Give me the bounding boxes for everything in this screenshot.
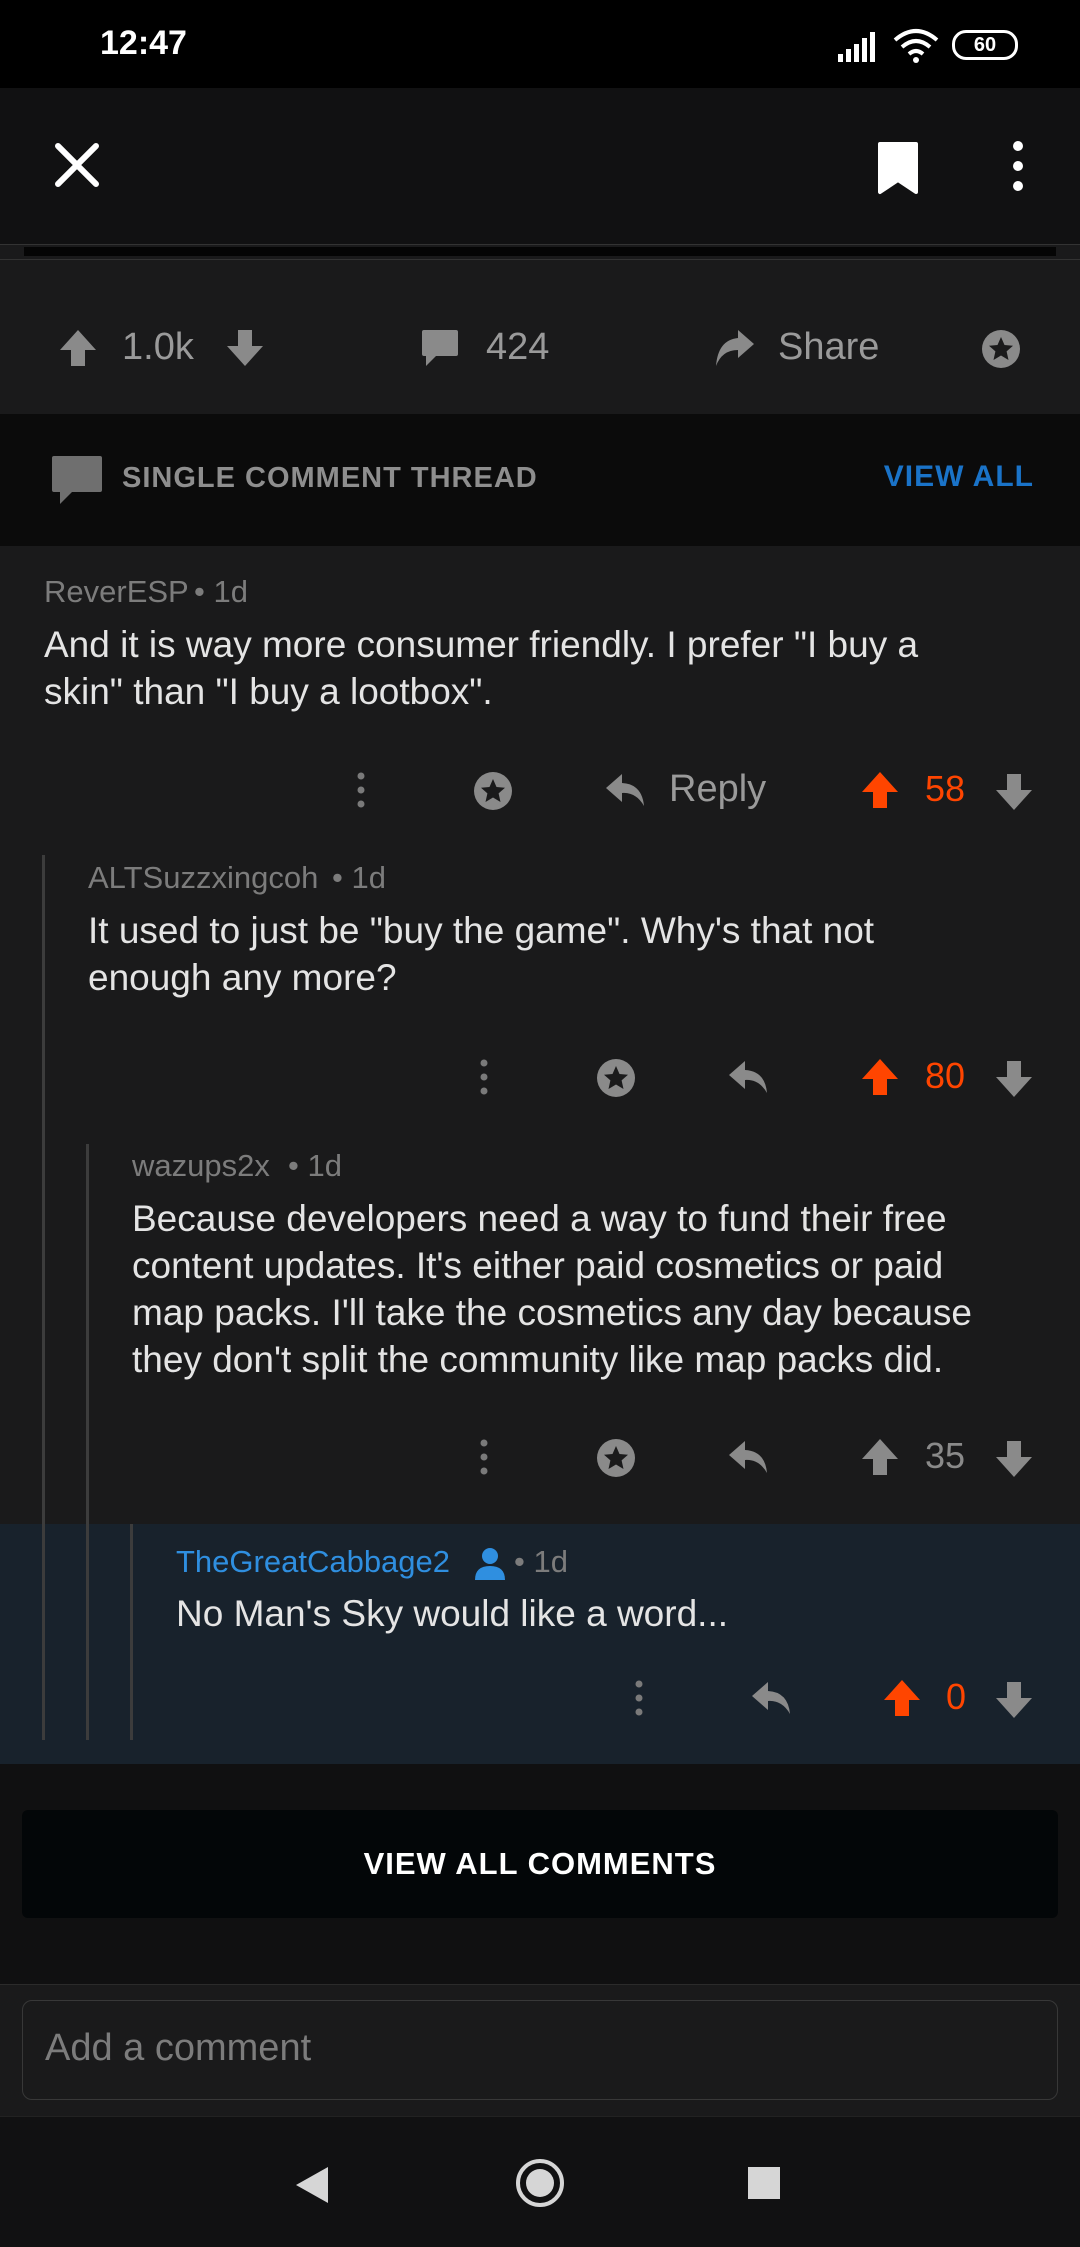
comment-score: 80 xyxy=(925,1055,966,1096)
media-strip xyxy=(0,244,1080,260)
more-vertical-icon[interactable] xyxy=(1010,140,1026,192)
share-icon[interactable] xyxy=(712,326,756,370)
comment-icon[interactable] xyxy=(420,328,460,368)
thread-title: SINGLE COMMENT THREAD xyxy=(122,462,538,494)
system-nav-bar xyxy=(0,2116,1080,2247)
user-icon xyxy=(473,1546,507,1580)
comment-body: It used to just be "buy the game". Why's… xyxy=(88,910,875,998)
battery-level: 60 xyxy=(973,34,997,56)
thread-line[interactable] xyxy=(42,1524,45,1740)
status-bar: 12:47 60 xyxy=(0,0,1080,88)
reply-icon[interactable] xyxy=(727,1057,769,1097)
status-time: 12:47 xyxy=(100,24,187,62)
thread-line[interactable] xyxy=(130,1524,133,1740)
comment-age: • 1d xyxy=(332,860,386,895)
add-comment-input[interactable]: Add a comment xyxy=(22,2000,1058,2100)
comment-body: Because developers need a way to fund th… xyxy=(132,1198,972,1380)
comment-age: • 1d xyxy=(288,1148,342,1183)
comment-thread-icon xyxy=(50,454,104,506)
comment-score: 58 xyxy=(925,768,966,809)
comment-age: • 1d xyxy=(194,574,248,609)
award-icon[interactable] xyxy=(595,1057,637,1099)
more-vertical-icon[interactable] xyxy=(633,1680,645,1716)
close-icon[interactable] xyxy=(50,138,104,192)
add-comment-placeholder: Add a comment xyxy=(45,2027,312,2069)
more-vertical-icon[interactable] xyxy=(355,772,367,808)
back-nav-icon[interactable] xyxy=(294,2165,330,2205)
more-vertical-icon[interactable] xyxy=(478,1439,490,1475)
signal-icon xyxy=(838,30,882,62)
share-button[interactable]: Share xyxy=(778,326,879,369)
comment-author[interactable]: wazups2x xyxy=(132,1148,270,1184)
thread-header: SINGLE COMMENT THREAD VIEW ALL xyxy=(0,414,1080,546)
award-icon[interactable] xyxy=(595,1437,637,1479)
more-vertical-icon[interactable] xyxy=(478,1059,490,1095)
recents-nav-icon[interactable] xyxy=(748,2167,780,2199)
reply-icon[interactable] xyxy=(604,770,646,810)
comment-author[interactable]: TheGreatCabbage2 xyxy=(176,1544,450,1580)
top-bar xyxy=(0,88,1080,244)
comment-author[interactable]: ALTSuzzxingcoh xyxy=(88,860,318,896)
home-nav-icon[interactable] xyxy=(514,2157,566,2209)
upvote-icon[interactable] xyxy=(860,1437,900,1477)
award-icon[interactable] xyxy=(980,328,1022,370)
thread-line[interactable] xyxy=(86,1524,89,1740)
reply-button[interactable]: Reply xyxy=(669,768,766,811)
comment-author[interactable]: ReverESP xyxy=(44,574,189,610)
view-all-link[interactable]: VIEW ALL xyxy=(884,460,1034,494)
post-action-bar: 1.0k 424 Share xyxy=(0,260,1080,414)
post-comment-count: 424 xyxy=(486,326,550,368)
upvote-icon[interactable] xyxy=(882,1678,922,1718)
comment-score: 35 xyxy=(925,1435,966,1476)
upvote-icon[interactable] xyxy=(860,770,900,810)
downvote-icon[interactable] xyxy=(994,1680,1034,1720)
comment-body: No Man's Sky would like a word... xyxy=(176,1593,729,1634)
post-upvote-count: 1.0k xyxy=(122,326,194,368)
wifi-icon xyxy=(893,28,939,64)
view-all-comments-label: VIEW ALL COMMENTS xyxy=(363,1846,717,1881)
battery-icon: 60 xyxy=(952,30,1018,60)
comment-score: 0 xyxy=(946,1676,967,1717)
comment-age: • 1d xyxy=(514,1544,568,1579)
view-all-comments-button[interactable]: VIEW ALL COMMENTS xyxy=(22,1810,1058,1918)
downvote-icon[interactable] xyxy=(994,772,1034,812)
upvote-icon[interactable] xyxy=(860,1057,900,1097)
bookmark-icon[interactable] xyxy=(876,140,920,196)
upvote-icon[interactable] xyxy=(58,328,98,368)
award-icon[interactable] xyxy=(472,770,514,812)
downvote-icon[interactable] xyxy=(994,1059,1034,1099)
downvote-icon[interactable] xyxy=(225,328,265,368)
downvote-icon[interactable] xyxy=(994,1439,1034,1479)
reply-icon[interactable] xyxy=(727,1437,769,1477)
reply-icon[interactable] xyxy=(750,1678,792,1718)
comment-body: And it is way more consumer friendly. I … xyxy=(44,624,919,712)
